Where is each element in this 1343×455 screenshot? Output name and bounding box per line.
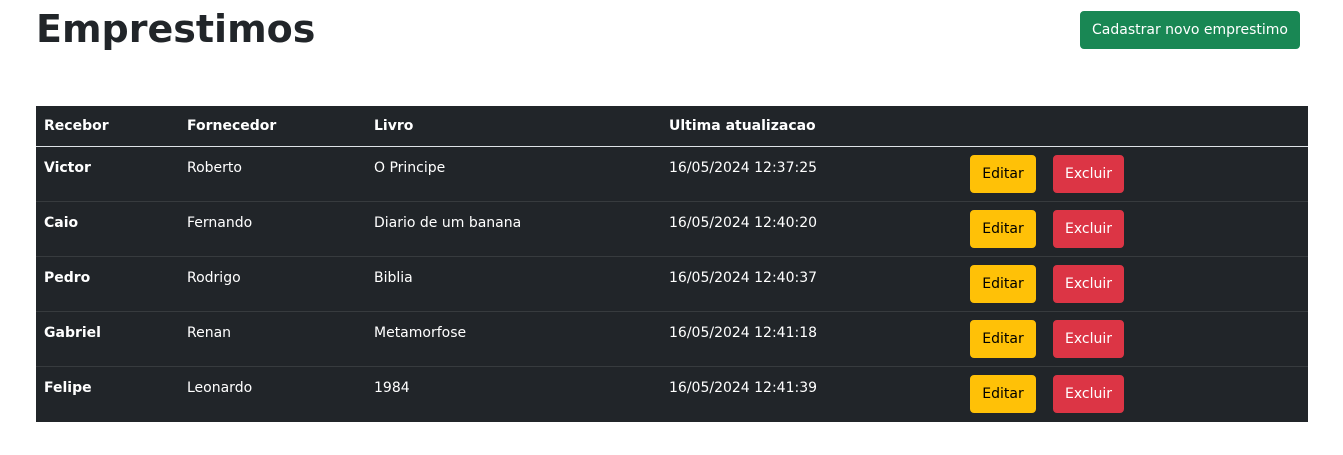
cell-fornecedor: Renan [179,310,366,366]
table-row: Caio Fernando Diario de um banana 16/05/… [36,200,1308,256]
cell-atualizacao: 16/05/2024 12:37:25 [669,159,818,176]
cell-fornecedor: Roberto [187,159,242,176]
delete-button[interactable]: Excluir [1053,154,1124,193]
edit-button[interactable]: Editar [970,374,1036,413]
page: Emprestimos Cadastrar novo emprestimo Re… [0,0,1343,455]
delete-button[interactable]: Excluir [1053,319,1124,358]
page-title: Emprestimos [36,7,316,51]
cell-recebor: Victor [44,159,91,176]
cell-actions: Editar Excluir [961,255,1308,311]
cell-atualizacao: 16/05/2024 12:40:37 [661,255,961,311]
table-row: Victor Roberto O Principe 16/05/2024 12:… [36,146,1308,201]
column-header-recebor: Recebor [36,106,179,147]
cell-livro: 1984 [366,365,661,421]
table-row: Felipe Leonardo 1984 16/05/2024 12:41:39… [36,365,1308,421]
column-header-ultima-atualizacao: Ultima atualizacao [661,106,961,147]
cell-recebor: Gabriel [36,310,179,366]
cell-livro: O Principe [374,159,446,176]
table-header-row: Recebor Fornecedor Livro Ultima atualiza… [36,106,1308,147]
delete-button[interactable]: Excluir [1053,264,1124,303]
cell-fornecedor: Rodrigo [179,255,366,311]
edit-button[interactable]: Editar [970,319,1036,358]
loans-table-container: Recebor Fornecedor Livro Ultima atualiza… [36,106,1308,422]
cell-fornecedor: Fernando [179,200,366,256]
loans-table: Recebor Fornecedor Livro Ultima atualiza… [36,106,1308,421]
cell-livro: Diario de um banana [366,200,661,256]
edit-button[interactable]: Editar [970,209,1036,248]
table-body: Victor Roberto O Principe 16/05/2024 12:… [36,146,1308,421]
cell-actions: Editar Excluir [961,365,1308,421]
cell-actions: Editar Excluir [961,310,1308,366]
cell-actions: Editar Excluir [961,200,1308,256]
edit-button[interactable]: Editar [970,154,1036,193]
edit-button[interactable]: Editar [970,264,1036,303]
new-loan-button[interactable]: Cadastrar novo emprestimo [1080,11,1300,49]
table-header: Recebor Fornecedor Livro Ultima atualiza… [36,106,1308,147]
column-header-livro: Livro [366,106,661,147]
delete-button[interactable]: Excluir [1053,374,1124,413]
column-header-actions [961,106,1308,147]
cell-atualizacao: 16/05/2024 12:40:20 [661,200,961,256]
cell-livro: Metamorfose [366,310,661,366]
cell-livro: Biblia [366,255,661,311]
cell-recebor: Caio [36,200,179,256]
cell-atualizacao: 16/05/2024 12:41:18 [661,310,961,366]
delete-button[interactable]: Excluir [1053,209,1124,248]
cell-recebor: Pedro [36,255,179,311]
table-row: Gabriel Renan Metamorfose 16/05/2024 12:… [36,310,1308,366]
table-row: Pedro Rodrigo Biblia 16/05/2024 12:40:37… [36,255,1308,311]
cell-atualizacao: 16/05/2024 12:41:39 [661,365,961,421]
column-header-fornecedor: Fornecedor [179,106,366,147]
cell-recebor: Felipe [36,365,179,421]
cell-actions: Editar Excluir [961,146,1308,201]
cell-fornecedor: Leonardo [179,365,366,421]
